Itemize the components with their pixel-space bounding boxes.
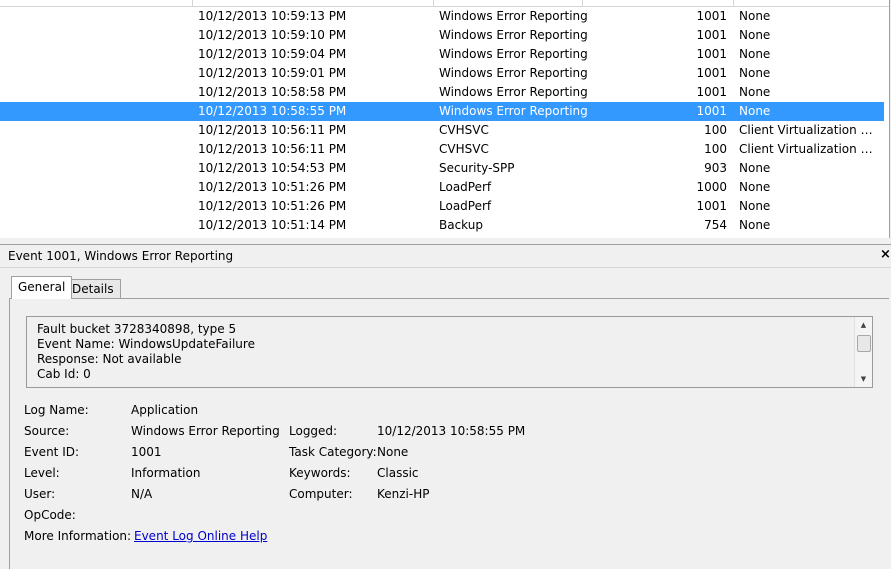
event-row[interactable]: iInformation10/12/2013 10:51:26 PMLoadPe…: [0, 178, 884, 197]
event-task-category: None: [739, 9, 771, 23]
tab-general[interactable]: General: [11, 276, 73, 299]
event-task-category: None: [739, 28, 771, 42]
event-row[interactable]: iInformation10/12/2013 10:54:53 PMSecuri…: [0, 159, 884, 178]
event-date: 10/12/2013 10:58:58 PM: [198, 85, 347, 99]
event-description[interactable]: Fault bucket 3728340898, type 5 Event Na…: [37, 322, 255, 382]
column-divider[interactable]: [192, 0, 193, 6]
event-date: 10/12/2013 10:51:26 PM: [198, 199, 347, 213]
event-date: 10/12/2013 10:51:26 PM: [198, 180, 347, 194]
event-date: 10/12/2013 10:51:14 PM: [198, 218, 347, 232]
opcode-label: OpCode:: [24, 508, 76, 522]
logged-label: Logged:: [289, 424, 338, 438]
event-id: 1001: [696, 28, 727, 42]
event-id: 1001: [696, 199, 727, 213]
event-task-category: None: [739, 85, 771, 99]
event-id: 100: [704, 142, 727, 156]
event-date: 10/12/2013 10:54:53 PM: [198, 161, 347, 175]
event-task-category: None: [739, 218, 771, 232]
event-task-category: None: [739, 161, 771, 175]
event-date: 10/12/2013 10:56:11 PM: [198, 123, 347, 137]
event-task-category: None: [739, 104, 771, 118]
event-id: 1001: [696, 104, 727, 118]
event-task-category: None: [739, 47, 771, 61]
column-divider[interactable]: [733, 0, 734, 6]
event-date: 10/12/2013 10:59:10 PM: [198, 28, 347, 42]
scroll-up-arrow-icon[interactable]: ▲: [855, 317, 872, 333]
scroll-down-arrow-icon[interactable]: ▼: [855, 371, 872, 387]
event-task-category: None: [739, 199, 771, 213]
log-name-value: Application: [131, 403, 199, 417]
list-bottom-edge: [0, 237, 889, 238]
event-id-label: Event ID:: [24, 445, 80, 459]
event-list[interactable]: iInformation10/12/2013 10:59:13 PMWindow…: [0, 0, 890, 238]
user-label: User:: [24, 487, 56, 501]
event-row[interactable]: iInformation10/12/2013 10:59:01 PMWindow…: [0, 64, 884, 83]
close-icon[interactable]: ×: [880, 247, 891, 262]
event-date: 10/12/2013 10:59:04 PM: [198, 47, 347, 61]
task-category-label: Task Category:: [289, 445, 377, 459]
event-task-category: Client Virtualization Han...: [739, 123, 879, 137]
source-value: Windows Error Reporting: [131, 424, 280, 438]
computer-label: Computer:: [289, 487, 353, 501]
detail-title: Event 1001, Windows Error Reporting: [8, 249, 234, 263]
event-row[interactable]: iInformation10/12/2013 10:51:14 PMBackup…: [0, 216, 884, 235]
tab-details[interactable]: Details: [65, 279, 121, 300]
task-category-value: None: [377, 445, 409, 459]
logged-value: 10/12/2013 10:58:55 PM: [377, 424, 526, 438]
event-row[interactable]: iInformation10/12/2013 10:59:10 PMWindow…: [0, 26, 884, 45]
event-task-category: Client Virtualization Han...: [739, 142, 879, 156]
source-label: Source:: [24, 424, 70, 438]
scrollbar-thumb[interactable]: [857, 335, 871, 352]
event-log-online-help-link[interactable]: Event Log Online Help: [134, 529, 267, 543]
user-value: N/A: [131, 487, 153, 501]
event-date: 10/12/2013 10:58:55 PM: [198, 104, 347, 118]
column-header-strip[interactable]: [0, 0, 889, 7]
description-line: Event Name: WindowsUpdateFailure: [37, 337, 255, 351]
event-task-category: None: [739, 66, 771, 80]
event-task-category: None: [739, 180, 771, 194]
description-line: Cab Id: 0: [37, 367, 91, 381]
column-divider[interactable]: [582, 0, 583, 6]
event-id: 754: [704, 218, 727, 232]
more-information-label: More Information:: [24, 529, 132, 543]
level-value: Information: [131, 466, 201, 480]
event-row[interactable]: iInformation10/12/2013 10:59:13 PMWindow…: [0, 7, 884, 26]
event-detail-pane: Event 1001, Windows Error Reporting × Ge…: [0, 244, 891, 569]
event-date: 10/12/2013 10:59:01 PM: [198, 66, 347, 80]
computer-value: Kenzi-HP: [377, 487, 430, 501]
event-id: 100: [704, 123, 727, 137]
event-row[interactable]: iInformation10/12/2013 10:51:26 PMLoadPe…: [0, 197, 884, 216]
event-date: 10/12/2013 10:56:11 PM: [198, 142, 347, 156]
description-scrollbar[interactable]: ▲ ▼: [854, 317, 872, 387]
event-description-box[interactable]: Fault bucket 3728340898, type 5 Event Na…: [26, 316, 873, 388]
column-divider[interactable]: [433, 0, 434, 6]
event-id-value: 1001: [131, 445, 162, 459]
event-date: 10/12/2013 10:59:13 PM: [198, 9, 347, 23]
event-id: 903: [704, 161, 727, 175]
event-row[interactable]: iInformation10/12/2013 10:59:04 PMWindow…: [0, 45, 884, 64]
event-id: 1001: [696, 66, 727, 80]
level-label: Level:: [24, 466, 60, 480]
keywords-value: Classic: [377, 466, 419, 480]
description-line: Response: Not available: [37, 352, 182, 366]
log-name-label: Log Name:: [24, 403, 89, 417]
event-row[interactable]: iInformation10/12/2013 10:58:55 PMWindow…: [0, 102, 884, 121]
event-row[interactable]: Warning10/12/2013 10:56:11 PMCVHSVC100Cl…: [0, 121, 884, 140]
description-line: Fault bucket 3728340898, type 5: [37, 322, 237, 336]
event-id: 1001: [696, 47, 727, 61]
event-id: 1001: [696, 85, 727, 99]
event-row[interactable]: Warning10/12/2013 10:56:11 PMCVHSVC100Cl…: [0, 140, 884, 159]
event-row[interactable]: iInformation10/12/2013 10:58:58 PMWindow…: [0, 83, 884, 102]
detail-title-bar: Event 1001, Windows Error Reporting ×: [0, 245, 891, 268]
event-id: 1000: [696, 180, 727, 194]
event-id: 1001: [696, 9, 727, 23]
keywords-label: Keywords:: [289, 466, 351, 480]
general-tab-panel: Fault bucket 3728340898, type 5 Event Na…: [9, 298, 889, 569]
